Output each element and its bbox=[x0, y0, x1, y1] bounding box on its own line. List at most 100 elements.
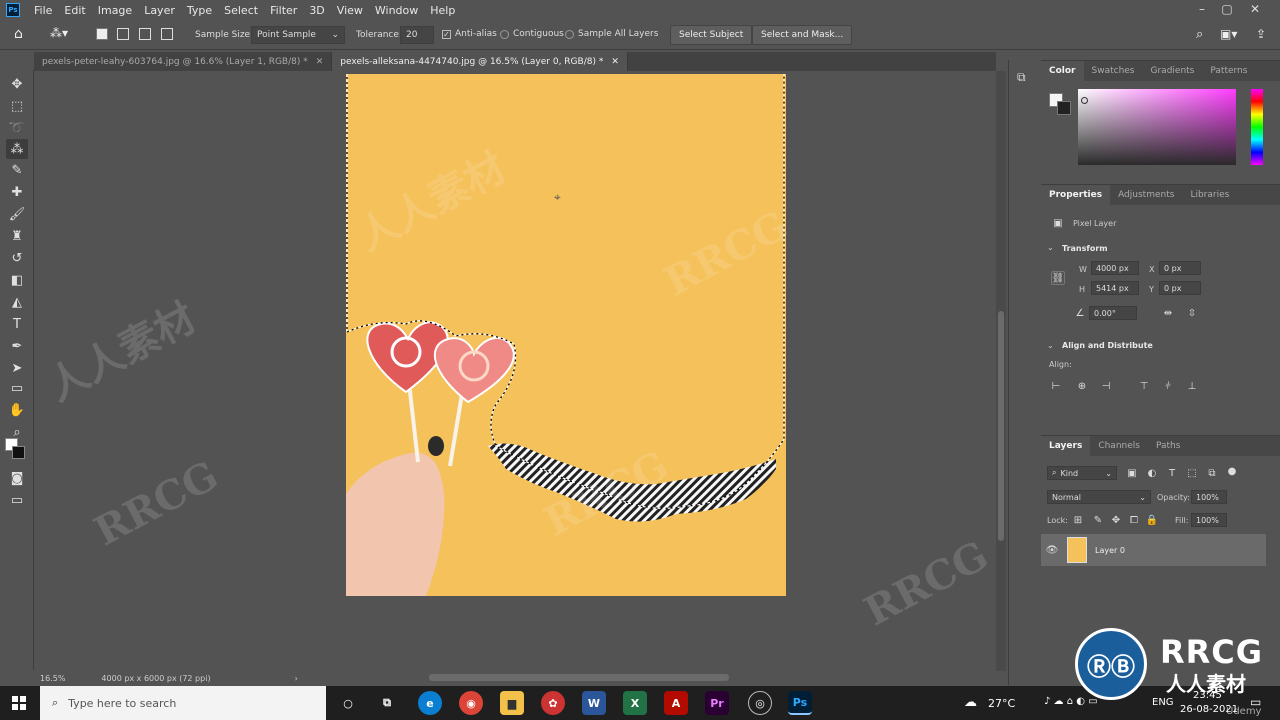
healing-brush-tool-icon[interactable]: ✚ bbox=[6, 182, 28, 202]
file-explorer-icon[interactable]: ▆ bbox=[500, 691, 524, 715]
rectangle-tool-icon[interactable]: ▭ bbox=[6, 378, 28, 398]
filter-shape-icon[interactable]: ⬚ bbox=[1185, 466, 1199, 480]
tab-paths[interactable]: Paths bbox=[1148, 436, 1188, 456]
search-icon[interactable]: ⌕ bbox=[1196, 27, 1203, 42]
document-canvas[interactable]: ⌖ bbox=[346, 74, 786, 596]
tab-gradients[interactable]: Gradients bbox=[1143, 61, 1203, 81]
lock-image-icon[interactable]: ✎ bbox=[1091, 513, 1105, 527]
taskbar-search-input[interactable]: ⌕ Type here to search bbox=[40, 686, 326, 720]
align-top-icon[interactable]: ⊤ bbox=[1137, 379, 1151, 393]
move-tool-icon[interactable]: ✥ bbox=[6, 74, 28, 94]
color-panel-background-swatch[interactable] bbox=[1057, 101, 1071, 115]
zoom-level[interactable]: 16.5% bbox=[40, 674, 65, 683]
menu-file[interactable]: File bbox=[28, 4, 58, 17]
eye-icon[interactable]: 👁 bbox=[1045, 543, 1059, 557]
sample-all-layers-checkbox[interactable]: Sample All Layers bbox=[565, 29, 658, 39]
new-selection-icon[interactable] bbox=[96, 28, 108, 40]
contiguous-checkbox[interactable]: Contiguous bbox=[500, 29, 564, 39]
tab-document-1[interactable]: pexels-peter-leahy-603764.jpg @ 16.6% (L… bbox=[34, 52, 333, 71]
layer-row[interactable]: 👁 Layer 0 bbox=[1041, 534, 1266, 566]
width-input[interactable]: 4000 px bbox=[1091, 261, 1139, 275]
filter-smart-object-icon[interactable]: ⧉ bbox=[1205, 466, 1219, 480]
align-middle-icon[interactable]: ⫩ bbox=[1161, 379, 1175, 393]
menu-image[interactable]: Image bbox=[92, 4, 138, 17]
link-dimensions-icon[interactable]: ⛓ bbox=[1051, 271, 1065, 285]
magic-wand-preset-icon[interactable]: ⁂▾ bbox=[50, 26, 78, 44]
edge-icon[interactable]: e bbox=[418, 691, 442, 715]
eyedropper-tool-icon[interactable]: ✎ bbox=[6, 160, 28, 180]
align-center-icon[interactable]: ⊕ bbox=[1075, 379, 1089, 393]
pen-tool-icon[interactable]: ✒ bbox=[6, 336, 28, 356]
angle-input[interactable]: 0.00° bbox=[1089, 306, 1137, 320]
chevron-right-icon[interactable]: › bbox=[295, 674, 298, 683]
lasso-tool-icon[interactable]: ➰ bbox=[6, 118, 28, 138]
quick-mask-icon[interactable]: ◙ bbox=[6, 468, 28, 488]
scroll-thumb[interactable] bbox=[998, 311, 1004, 541]
chevron-down-icon[interactable]: ⌄ bbox=[1047, 243, 1054, 252]
background-color-swatch[interactable] bbox=[12, 446, 25, 459]
subtract-selection-icon[interactable] bbox=[139, 28, 151, 40]
filter-toggle-icon[interactable]: ● bbox=[1225, 464, 1239, 478]
app-icon[interactable]: ✿ bbox=[541, 691, 565, 715]
close-tab-icon[interactable]: ✕ bbox=[611, 57, 619, 67]
hand-tool-icon[interactable]: ✋ bbox=[6, 400, 28, 420]
share-icon[interactable]: ⇪ bbox=[1256, 27, 1266, 41]
chevron-down-icon[interactable]: ⌄ bbox=[1047, 341, 1054, 350]
tolerance-input[interactable]: 20 bbox=[400, 26, 434, 44]
cortana-icon[interactable]: ○ bbox=[336, 691, 360, 715]
layer-filter-kind-select[interactable]: ⌕ Kind ⌄ bbox=[1047, 466, 1117, 480]
lock-artboard-icon[interactable]: ⧠ bbox=[1127, 513, 1141, 527]
hue-slider[interactable] bbox=[1251, 89, 1263, 165]
task-view-icon[interactable]: ⧉ bbox=[375, 691, 399, 715]
brush-tool-icon[interactable]: 🖌 bbox=[6, 204, 28, 224]
canvas-area[interactable]: ⌖ bbox=[34, 71, 996, 671]
history-brush-tool-icon[interactable]: ↺ bbox=[6, 248, 28, 268]
photoshop-taskbar-icon[interactable]: Ps bbox=[788, 691, 812, 715]
temperature[interactable]: 27°C bbox=[988, 697, 1015, 710]
magic-wand-tool-icon[interactable]: ⁂ bbox=[6, 139, 28, 159]
marquee-tool-icon[interactable]: ⬚ bbox=[6, 96, 28, 116]
height-input[interactable]: 5414 px bbox=[1091, 281, 1139, 295]
tab-document-2[interactable]: pexels-alleksana-4474740.jpg @ 16.5% (La… bbox=[332, 52, 628, 71]
horizontal-scrollbar[interactable] bbox=[429, 674, 729, 681]
anti-alias-checkbox[interactable]: ✓ Anti-alias bbox=[442, 29, 497, 39]
chrome-icon[interactable]: ◉ bbox=[459, 691, 483, 715]
acrobat-icon[interactable]: A bbox=[664, 691, 688, 715]
windows-start-icon[interactable] bbox=[12, 696, 26, 710]
filter-type-icon[interactable]: T bbox=[1165, 466, 1179, 480]
menu-select[interactable]: Select bbox=[218, 4, 264, 17]
menu-edit[interactable]: Edit bbox=[58, 4, 91, 17]
menu-filter[interactable]: Filter bbox=[264, 4, 303, 17]
minimize-icon[interactable]: – bbox=[1195, 2, 1209, 16]
history-panel-icon[interactable]: ⧉ bbox=[1017, 70, 1026, 85]
obs-icon[interactable]: ◎ bbox=[748, 691, 772, 715]
tab-swatches[interactable]: Swatches bbox=[1084, 61, 1143, 81]
y-input[interactable]: 0 px bbox=[1159, 281, 1201, 295]
clone-stamp-tool-icon[interactable]: ♜ bbox=[6, 226, 28, 246]
filter-pixel-icon[interactable]: ▣ bbox=[1125, 466, 1139, 480]
blend-mode-select[interactable]: Normal ⌄ bbox=[1047, 490, 1151, 504]
tab-libraries[interactable]: Libraries bbox=[1182, 185, 1237, 205]
premiere-icon[interactable]: Pr bbox=[705, 691, 729, 715]
select-and-mask-button[interactable]: Select and Mask... bbox=[752, 25, 853, 45]
path-selection-tool-icon[interactable]: ➤ bbox=[6, 358, 28, 378]
flip-horizontal-icon[interactable]: ⇹ bbox=[1161, 306, 1175, 320]
flip-vertical-icon[interactable]: ⇳ bbox=[1185, 306, 1199, 320]
tab-color[interactable]: Color bbox=[1041, 61, 1084, 81]
menu-help[interactable]: Help bbox=[424, 4, 461, 17]
vertical-scrollbar[interactable] bbox=[996, 71, 1006, 671]
lock-all-icon[interactable]: 🔒 bbox=[1145, 513, 1159, 527]
lock-transparent-icon[interactable]: ⊞ bbox=[1071, 513, 1085, 527]
add-selection-icon[interactable] bbox=[117, 28, 129, 40]
x-input[interactable]: 0 px bbox=[1159, 261, 1201, 275]
sample-size-select[interactable]: Point Sample ⌄ bbox=[251, 26, 345, 44]
word-icon[interactable]: W bbox=[582, 691, 606, 715]
close-tab-icon[interactable]: ✕ bbox=[316, 57, 324, 67]
select-subject-button[interactable]: Select Subject bbox=[670, 25, 753, 45]
align-left-icon[interactable]: ⊢ bbox=[1049, 379, 1063, 393]
fill-input[interactable]: 100% bbox=[1191, 513, 1227, 527]
tab-patterns[interactable]: Patterns bbox=[1202, 61, 1255, 81]
menu-view[interactable]: View bbox=[331, 4, 369, 17]
excel-icon[interactable]: X bbox=[623, 691, 647, 715]
screen-mode-icon[interactable]: ▭ bbox=[6, 490, 28, 510]
